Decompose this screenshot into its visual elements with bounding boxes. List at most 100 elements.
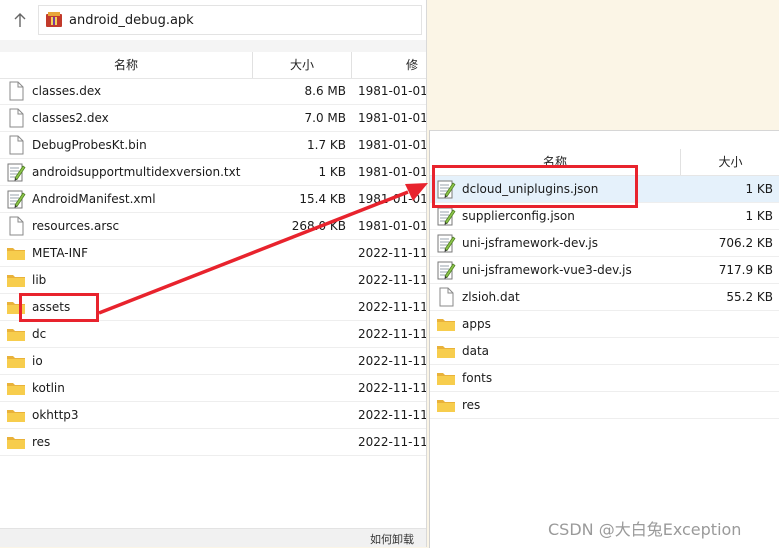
file-row[interactable]: dc 2022-11-11 — [0, 321, 426, 348]
file-date: 2022-11-11 — [358, 327, 427, 341]
file-date: 2022-11-11 — [358, 408, 427, 422]
file-size: 8.6 MB — [304, 84, 346, 98]
file-size: 55.2 KB — [726, 290, 773, 304]
file-name: res — [32, 435, 51, 449]
file-name: res — [462, 398, 481, 412]
file-row[interactable]: META-INF 2022-11-11 — [0, 240, 426, 267]
file-name: androidsupportmultidexversion.txt — [32, 165, 241, 179]
folder-icon — [436, 314, 456, 334]
file-date: 2022-11-11 — [358, 246, 427, 260]
folder-icon — [6, 405, 26, 425]
file-name: DebugProbesKt.bin — [32, 138, 147, 152]
folder-icon — [6, 270, 26, 290]
folder-icon — [436, 395, 456, 415]
file-size: 1 KB — [745, 182, 773, 196]
up-arrow-button[interactable] — [6, 6, 34, 34]
path-label: android_debug.apk — [69, 12, 194, 28]
file-row[interactable]: lib 2022-11-11 — [0, 267, 426, 294]
file-row[interactable]: classes.dex 8.6 MB 1981-01-01 — [0, 78, 426, 105]
header-name[interactable]: 名称 — [0, 52, 252, 78]
file-size: 1 KB — [745, 209, 773, 223]
file-date: 2022-11-11 — [358, 435, 427, 449]
file-date: 2022-11-11 — [358, 354, 427, 368]
file-date: 1981-01-01 — [358, 165, 427, 179]
watermark: CSDN @大白兔Exception — [548, 520, 742, 539]
archive-icon — [46, 12, 62, 27]
file-row[interactable]: kotlin 2022-11-11 — [0, 375, 426, 402]
file-name: classes2.dex — [32, 111, 109, 125]
file-row[interactable]: data — [430, 338, 779, 365]
folder-icon — [6, 243, 26, 263]
file-date: 1981-01-01 — [358, 192, 427, 206]
left-archive-pane: android_debug.apk 名称 大小 修 classes.dex 8.6… — [0, 0, 427, 547]
file-date: 2022-11-11 — [358, 381, 427, 395]
dcloud-highlight-box — [432, 165, 638, 208]
folder-icon — [6, 351, 26, 371]
file-size: 15.4 KB — [299, 192, 346, 206]
file-name: lib — [32, 273, 47, 287]
up-arrow-icon — [14, 13, 26, 27]
file-date: 1981-01-01 — [358, 138, 427, 152]
folder-icon — [6, 324, 26, 344]
file-icon — [6, 216, 26, 236]
file-row[interactable]: fonts — [430, 365, 779, 392]
file-name: apps — [462, 317, 491, 331]
file-name: zlsioh.dat — [462, 290, 520, 304]
file-row[interactable]: io 2022-11-11 — [0, 348, 426, 375]
file-name: fonts — [462, 371, 493, 385]
text-file-icon — [6, 162, 26, 182]
status-text: 如何卸载 — [370, 533, 414, 546]
header-size[interactable]: 大小 — [253, 52, 351, 78]
file-row[interactable]: DebugProbesKt.bin 1.7 KB 1981-01-01 — [0, 132, 426, 159]
file-size: 1.7 KB — [307, 138, 346, 152]
file-row[interactable]: zlsioh.dat 55.2 KB — [430, 284, 779, 311]
file-name: AndroidManifest.xml — [32, 192, 156, 206]
file-date: 2022-11-11 — [358, 273, 427, 287]
file-row[interactable]: okhttp3 2022-11-11 — [0, 402, 426, 429]
text-file-icon — [436, 260, 456, 280]
text-file-icon — [436, 206, 456, 226]
file-size: 1 KB — [318, 165, 346, 179]
file-row[interactable]: res 2022-11-11 — [0, 429, 426, 456]
folder-icon — [6, 378, 26, 398]
column-header: 名称 大小 修 — [0, 52, 426, 79]
file-row[interactable]: uni-jsframework-vue3-dev.js 717.9 KB — [430, 257, 779, 284]
right-header-size[interactable]: 大小 — [681, 149, 779, 175]
file-row[interactable]: uni-jsframework-dev.js 706.2 KB — [430, 230, 779, 257]
path-box[interactable]: android_debug.apk — [38, 5, 422, 35]
file-name: dc — [32, 327, 47, 341]
file-row[interactable]: androidsupportmultidexversion.txt 1 KB 198… — [0, 159, 426, 186]
address-bar: android_debug.apk — [0, 0, 426, 41]
file-row[interactable]: apps — [430, 311, 779, 338]
file-size: 7.0 MB — [304, 111, 346, 125]
file-row[interactable]: res — [430, 392, 779, 419]
file-row[interactable]: classes2.dex 7.0 MB 1981-01-01 — [0, 105, 426, 132]
file-name: data — [462, 344, 490, 358]
file-row[interactable]: AndroidManifest.xml 15.4 KB 1981-01-01 — [0, 186, 426, 213]
file-name: io — [32, 354, 43, 368]
file-name: okhttp3 — [32, 408, 79, 422]
file-name: kotlin — [32, 381, 65, 395]
file-icon — [6, 81, 26, 101]
text-file-icon — [436, 233, 456, 253]
status-bar: 如何卸载 — [0, 528, 426, 547]
file-size: 717.9 KB — [718, 263, 773, 277]
file-icon — [6, 135, 26, 155]
folder-icon — [436, 368, 456, 388]
file-name: classes.dex — [32, 84, 102, 98]
file-size: 706.2 KB — [718, 236, 773, 250]
assets-highlight-box — [19, 293, 99, 322]
folder-icon — [436, 341, 456, 361]
file-row[interactable]: resources.arsc 268.0 KB 1981-01-01 — [0, 213, 426, 240]
file-icon — [436, 287, 456, 307]
toolbar-gap — [0, 40, 426, 52]
file-name: uni-jsframework-vue3-dev.js — [462, 263, 632, 277]
file-date: 1981-01-01 — [358, 111, 427, 125]
file-name: uni-jsframework-dev.js — [462, 236, 598, 250]
file-size: 268.0 KB — [291, 219, 346, 233]
file-icon — [6, 108, 26, 128]
text-file-icon — [6, 189, 26, 209]
header-modified[interactable]: 修 — [352, 52, 426, 78]
file-date: 2022-11-11 — [358, 300, 427, 314]
file-name: META-INF — [32, 246, 89, 260]
